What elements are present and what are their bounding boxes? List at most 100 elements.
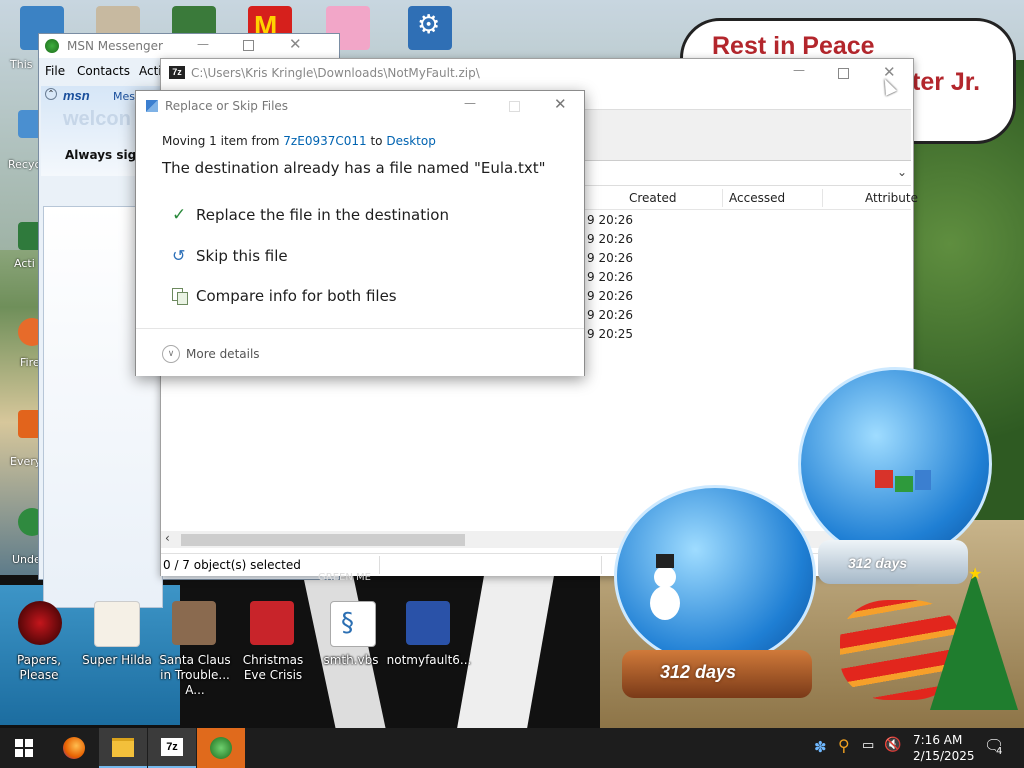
- folder-icon: [112, 737, 134, 757]
- more-details-label: More details: [186, 347, 260, 361]
- column-attributes[interactable]: Attribute: [865, 191, 918, 205]
- taskbar: 7z ✽ ⚲ ▭ 🔇 7:16 AM 2/15/2025 🗨 4: [0, 728, 1024, 768]
- welcome-text: welcon: [63, 108, 131, 130]
- collapse-icon[interactable]: ⌃: [45, 88, 57, 100]
- minimize-icon[interactable]: —: [464, 96, 476, 110]
- table-row[interactable]: 9 20:26: [587, 213, 633, 227]
- desktop-icon-label: Santa Claus in Trouble... A...: [159, 653, 231, 697]
- dialog-title: Replace or Skip Files: [165, 99, 289, 113]
- status-divider: [601, 556, 602, 574]
- snow-globe-large[interactable]: [798, 367, 992, 561]
- column-accessed[interactable]: Accessed: [729, 191, 785, 205]
- compare-option-label: Compare info for both files: [196, 287, 397, 305]
- skip-option-label: Skip this file: [196, 246, 288, 265]
- clock-date[interactable]: 2/15/2025: [913, 749, 975, 763]
- msn-tray-icon[interactable]: ✽: [814, 738, 827, 756]
- destination-link[interactable]: Desktop: [386, 134, 436, 148]
- dialog-footer: ∨ More details: [136, 328, 584, 376]
- chevron-down-icon[interactable]: ⌄: [897, 165, 907, 179]
- minimize-icon[interactable]: —: [197, 37, 209, 51]
- days-counter-small: 312 days: [660, 662, 737, 682]
- papers-please-icon[interactable]: [18, 601, 62, 645]
- compare-files-icon: [172, 288, 188, 305]
- search-tray-icon[interactable]: ⚲: [838, 736, 850, 755]
- desktop-label-recycle: Recyc: [8, 158, 41, 171]
- minimize-icon[interactable]: —: [793, 63, 805, 77]
- dialog-titlebar[interactable]: Replace or Skip Files — ✕: [136, 91, 584, 121]
- start-button[interactable]: [0, 728, 48, 768]
- moving-prefix: Moving 1 item from: [162, 134, 284, 148]
- close-icon[interactable]: ✕: [554, 95, 567, 113]
- network-icon[interactable]: ▭: [862, 738, 874, 753]
- msn-titlebar[interactable]: MSN Messenger — ✕: [39, 34, 339, 58]
- desktop-icon-label: Papers, Please: [16, 653, 62, 682]
- menu-actions[interactable]: Acti: [139, 64, 162, 78]
- settings-gear-icon[interactable]: ⚙: [408, 6, 452, 50]
- explorer-titlebar[interactable]: 7z C:\Users\Kris Kringle\Downloads\NotMy…: [161, 59, 913, 89]
- taskbar-7zip[interactable]: 7z: [148, 728, 196, 768]
- skip-arrow-icon: ↺: [172, 246, 186, 265]
- christmas-eve-crisis-icon[interactable]: [250, 601, 294, 645]
- 7zip-app-icon: 7z: [169, 66, 185, 79]
- replace-file-option[interactable]: ✓ Replace the file in the destination: [172, 205, 449, 225]
- table-row[interactable]: 9 20:26: [587, 289, 633, 303]
- notification-count-badge: 4: [996, 746, 1003, 757]
- column-divider: [822, 189, 823, 207]
- 7zip-app-icon: 7z: [161, 738, 183, 756]
- maximize-icon: [509, 101, 520, 112]
- banner-line2: ter Jr.: [912, 68, 981, 96]
- desktop-icon-label: smth.vbs: [323, 653, 379, 667]
- taskbar-msn-messenger[interactable]: [197, 728, 245, 768]
- snow-globe-small-base: 312 days: [622, 650, 812, 698]
- status-divider: [379, 556, 380, 574]
- msn-buddy-icon: [45, 39, 59, 53]
- scrollbar-thumb[interactable]: [181, 534, 465, 546]
- scroll-left-icon[interactable]: ‹: [165, 531, 170, 545]
- desktop-label-unde: Unde: [12, 553, 41, 566]
- clock-time[interactable]: 7:16 AM: [913, 733, 962, 747]
- msn-buddy-icon: [210, 737, 232, 759]
- desktop-icon-label: notmyfault6...: [386, 653, 472, 667]
- taskbar-firefox[interactable]: [50, 728, 98, 768]
- days-counter-large: 312 days: [848, 555, 908, 571]
- snow-globe-small[interactable]: [614, 485, 816, 667]
- source-link[interactable]: 7zE0937C011: [283, 134, 366, 148]
- replace-or-skip-dialog[interactable]: Replace or Skip Files — ✕ Moving 1 item …: [135, 90, 585, 376]
- file-move-icon: [146, 100, 158, 112]
- table-row[interactable]: 9 20:26: [587, 270, 633, 284]
- more-details-toggle[interactable]: ∨ More details: [162, 345, 260, 363]
- santa-claus-trouble-icon[interactable]: [172, 601, 216, 645]
- column-created[interactable]: Created: [629, 191, 677, 205]
- table-row[interactable]: 9 20:26: [587, 251, 633, 265]
- replace-option-label: Replace the file in the destination: [196, 206, 449, 224]
- compare-files-option[interactable]: Compare info for both files: [172, 287, 397, 305]
- close-icon[interactable]: ✕: [289, 35, 302, 53]
- desktop-label-every: Every: [10, 455, 42, 468]
- super-hilda-icon[interactable]: [94, 601, 140, 647]
- christmas-tree-icon: [930, 570, 1018, 710]
- table-row[interactable]: 9 20:25: [587, 327, 633, 341]
- msn-window-title: MSN Messenger: [67, 39, 163, 53]
- desktop-icon-label: Super Hilda: [82, 653, 152, 667]
- gift-stack-icon: [845, 470, 945, 500]
- taskbar-file-explorer[interactable]: [99, 728, 147, 768]
- selection-status: 0 / 7 object(s) selected: [163, 558, 301, 572]
- skip-file-option[interactable]: ↺ Skip this file: [172, 246, 288, 265]
- maximize-icon[interactable]: [243, 40, 254, 51]
- table-row[interactable]: 9 20:26: [587, 232, 633, 246]
- msn-logo-tail: Mes: [113, 90, 135, 103]
- firefox-icon: [63, 737, 85, 759]
- menu-contacts[interactable]: Contacts: [77, 64, 130, 78]
- volume-muted-icon[interactable]: 🔇: [884, 737, 901, 753]
- maximize-icon[interactable]: [838, 68, 849, 79]
- menu-file[interactable]: File: [45, 64, 65, 78]
- msn-logo: msn: [63, 88, 90, 103]
- to-word: to: [366, 134, 387, 148]
- notmyfault-installer-icon[interactable]: [406, 601, 450, 645]
- banner-line1: Rest in Peace: [712, 32, 875, 60]
- script-file-icon[interactable]: §: [330, 601, 376, 647]
- moving-summary: Moving 1 item from 7zE0937C011 to Deskto…: [162, 134, 436, 148]
- desktop-label-acti: Acti: [14, 257, 35, 270]
- table-row[interactable]: 9 20:26: [587, 308, 633, 322]
- star-icon: ★: [968, 564, 983, 583]
